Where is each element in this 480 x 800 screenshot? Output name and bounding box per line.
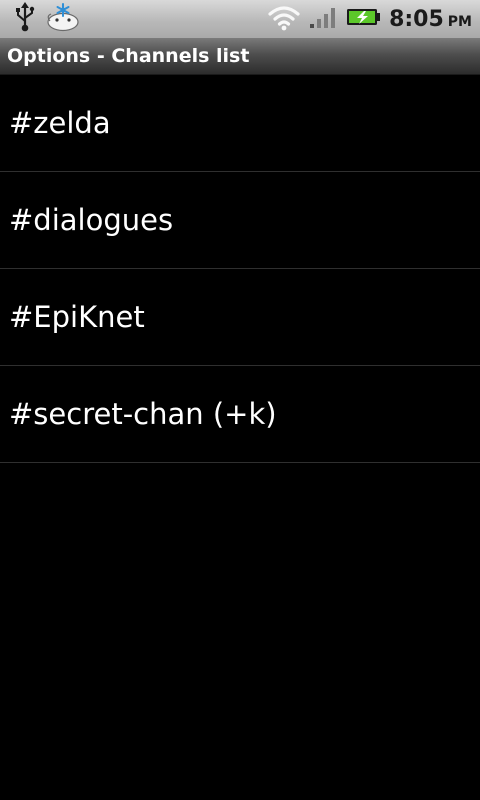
channel-list-item[interactable]: #dialogues [0,172,480,269]
channel-label: #zelda [9,106,111,140]
debug-android-icon [44,2,80,36]
status-clock: 8:05 PM [389,7,472,32]
battery-charging-icon [345,6,381,32]
channel-label: #dialogues [9,203,174,237]
clock-ampm: PM [447,13,472,30]
status-bar: 8:05 PM [0,0,480,38]
channel-list-item[interactable]: #EpiKnet [0,269,480,366]
notification-icons [14,2,80,36]
system-icons: 8:05 PM [267,0,472,38]
channel-list: #zelda #dialogues #EpiKnet #secret-chan … [0,75,480,463]
channel-list-item[interactable]: #secret-chan (+k) [0,366,480,463]
channel-label: #secret-chan (+k) [9,397,277,431]
wifi-icon [267,3,301,35]
title-bar: Options - Channels list [0,38,480,75]
channel-list-item[interactable]: #zelda [0,75,480,172]
channel-label: #EpiKnet [9,300,145,334]
usb-icon [14,2,36,36]
page-title: Options - Channels list [7,45,250,67]
signal-icon [309,5,337,33]
clock-time: 8:05 [389,6,444,32]
